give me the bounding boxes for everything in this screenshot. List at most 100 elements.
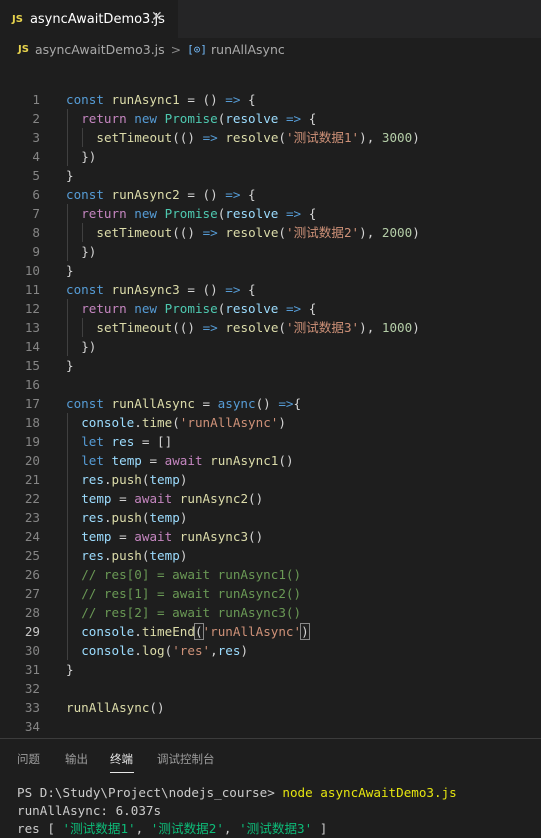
code-token: ( <box>172 415 180 430</box>
code-line[interactable]: 22 temp = await runAsync2() <box>0 489 541 508</box>
code-line[interactable]: 10} <box>0 261 541 280</box>
code-token: // res[1] = await runAsync2() <box>81 586 302 601</box>
line-number: 1 <box>32 92 40 107</box>
code-text: // res[0] = await runAsync1() <box>81 565 301 584</box>
close-icon[interactable]: ✕ <box>151 9 163 25</box>
breadcrumb-symbol[interactable]: runAllAsync <box>211 42 285 57</box>
code-token: new <box>134 301 165 316</box>
line-number: 19 <box>24 434 40 449</box>
code-token: console <box>81 643 135 658</box>
code-line[interactable]: 18 console.time('runAllAsync') <box>0 413 541 432</box>
code-line[interactable]: 27 // res[1] = await runAsync2() <box>0 584 541 603</box>
code-token: = <box>194 396 218 411</box>
code-line[interactable]: 4}) <box>0 147 541 166</box>
code-text: }) <box>81 337 96 356</box>
line-number: 3 <box>32 130 40 145</box>
code-text: } <box>66 660 74 679</box>
code-token: . <box>134 643 142 658</box>
code-line[interactable]: 24 temp = await runAsync3() <box>0 527 541 546</box>
code-token: () <box>278 453 294 468</box>
code-line[interactable]: 33 runAllAsync() <box>0 698 541 717</box>
code-line[interactable]: 20 let temp = await runAsync1() <box>0 451 541 470</box>
code-token: { <box>240 282 256 297</box>
tab-output[interactable]: 输出 <box>65 751 88 767</box>
code-token: ( <box>278 320 286 335</box>
line-number: 8 <box>32 225 40 240</box>
code-line[interactable]: 23 res.push(temp) <box>0 508 541 527</box>
tab-terminal[interactable]: 终端 <box>110 751 133 767</box>
terminal-output-time: runAllAsync: 6.037s <box>17 803 162 818</box>
indent-guide <box>67 565 68 584</box>
code-token: ( <box>278 225 286 240</box>
code-line[interactable]: 29 console.timeEnd('runAllAsync') <box>0 622 541 641</box>
code-token: ) <box>278 415 286 430</box>
code-line[interactable]: 30 console.log('res',res) <box>0 641 541 660</box>
code-token: Promise <box>164 206 218 221</box>
code-line[interactable]: 8 setTimeout(() => resolve('测试数据2'), 2000… <box>0 223 541 242</box>
code-line[interactable]: 16 <box>0 375 541 394</box>
code-token: ) <box>240 643 249 658</box>
code-text: setTimeout(() => resolve('测试数据3'), 1000) <box>96 318 419 337</box>
indent-guide <box>67 147 68 166</box>
code-token: let <box>81 453 112 468</box>
code-token: 1000 <box>381 320 413 335</box>
code-token: } <box>66 358 74 373</box>
code-line[interactable]: 17 const runAllAsync = async() =>{ <box>0 394 541 413</box>
bottom-panel: 问题 输出 终端 调试控制台 PS D:\Study\Project\nodej… <box>0 738 541 836</box>
res-separator: , <box>135 821 151 836</box>
code-token: await <box>164 453 211 468</box>
code-token: ) <box>412 320 420 335</box>
indent-guide <box>67 109 68 128</box>
line-number: 9 <box>32 244 40 259</box>
indent-guide <box>67 527 68 546</box>
code-line[interactable]: 19 let res = [] <box>0 432 541 451</box>
tab-problems[interactable]: 问题 <box>17 751 40 767</box>
code-token: = () <box>179 282 226 297</box>
terminal[interactable]: PS D:\Study\Project\nodejs_course> node … <box>17 784 537 838</box>
code-line[interactable]: 12 return new Promise(resolve => { <box>0 299 541 318</box>
panel-tabs: 问题 输出 终端 调试控制台 <box>0 739 541 775</box>
code-line[interactable]: 31} <box>0 660 541 679</box>
code-line[interactable]: 13 setTimeout(() => resolve('测试数据3'), 100… <box>0 318 541 337</box>
code-line[interactable]: 15} <box>0 356 541 375</box>
code-line[interactable]: 7 return new Promise(resolve => { <box>0 204 541 223</box>
code-line[interactable]: 1 const runAsync1 = () => { <box>0 90 541 109</box>
code-line[interactable]: 25 res.push(temp) <box>0 546 541 565</box>
code-line[interactable]: 28 // res[2] = await runAsync3() <box>0 603 541 622</box>
tab-debug-console[interactable]: 调试控制台 <box>157 751 215 767</box>
code-text: res.push(temp) <box>81 470 187 489</box>
code-line[interactable]: 34 <box>0 717 541 736</box>
code-line[interactable]: 32 <box>0 679 541 698</box>
indent-guide <box>67 299 68 318</box>
javascript-file-icon: JS <box>12 13 23 25</box>
code-token: } <box>66 662 74 677</box>
code-line[interactable]: 5} <box>0 166 541 185</box>
code-text: } <box>66 356 74 375</box>
code-line[interactable]: 2 return new Promise(resolve => { <box>0 109 541 128</box>
code-editor[interactable]: 1 const runAsync1 = () => {2 return new Pr… <box>0 90 541 738</box>
code-token: new <box>134 111 165 126</box>
code-text: const runAsync3 = () => { <box>66 280 256 299</box>
code-line[interactable]: 9}) <box>0 242 541 261</box>
code-token: push <box>111 510 142 525</box>
code-token: '测试数据1' <box>286 130 360 145</box>
code-text: }) <box>81 147 96 166</box>
code-line[interactable]: 11 const runAsync3 = () => { <box>0 280 541 299</box>
code-token: () <box>248 491 264 506</box>
code-line[interactable]: 6 const runAsync2 = () => { <box>0 185 541 204</box>
code-token: timeEnd <box>141 624 195 639</box>
code-text: const runAsync2 = () => { <box>66 185 256 204</box>
breadcrumb-file[interactable]: asyncAwaitDemo3.js <box>35 42 165 57</box>
line-number: 12 <box>24 301 40 316</box>
code-token: => <box>202 225 218 240</box>
editor-tab-active[interactable]: JS asyncAwaitDemo3.js ✕ <box>0 0 178 38</box>
code-line[interactable]: 21 res.push(temp) <box>0 470 541 489</box>
code-token: runAsync3 <box>111 282 180 297</box>
indent-guide <box>67 622 68 641</box>
code-token: await <box>134 529 180 544</box>
code-line[interactable]: 14}) <box>0 337 541 356</box>
code-line[interactable]: 3 setTimeout(() => resolve('测试数据1'), 3000… <box>0 128 541 147</box>
code-line[interactable]: 26 // res[0] = await runAsync1() <box>0 565 541 584</box>
